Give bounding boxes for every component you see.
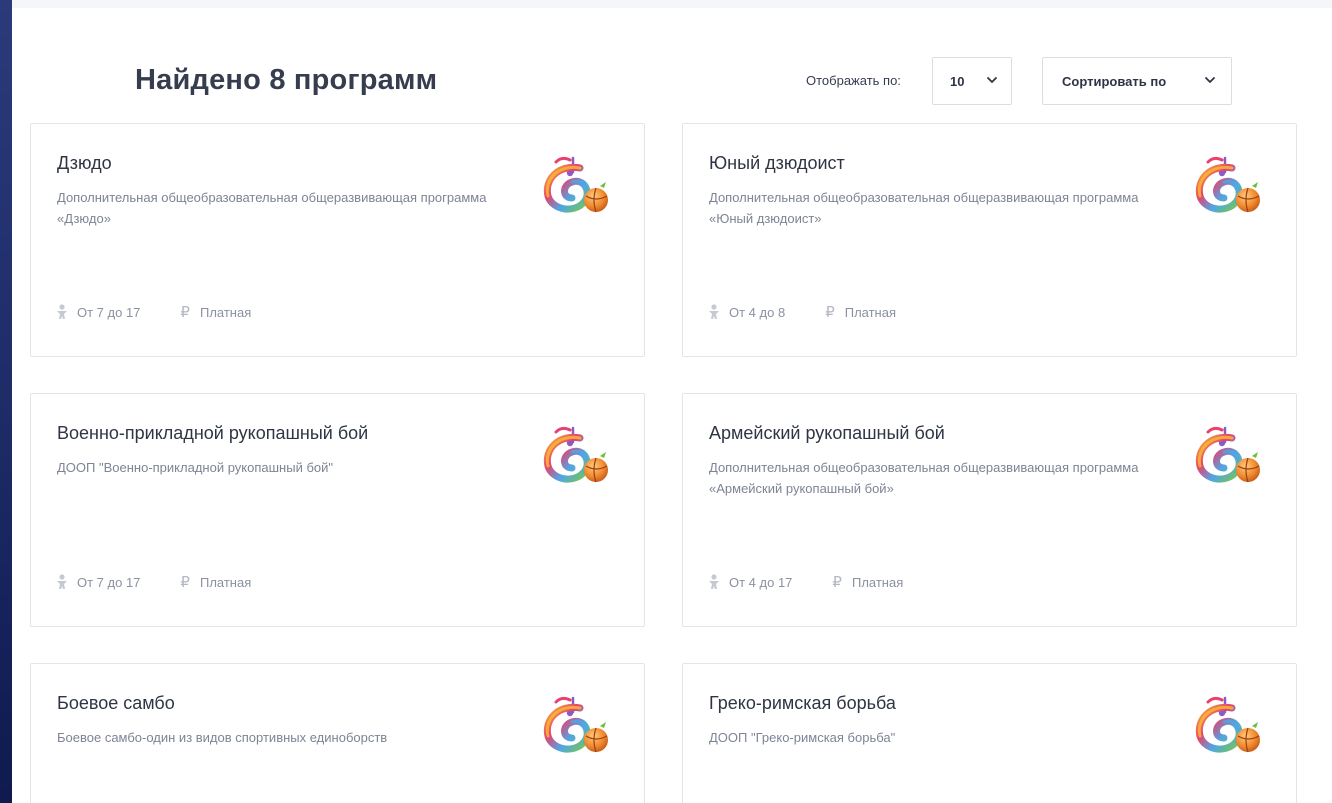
program-title[interactable]: Армейский рукопашный бой [709,423,945,444]
program-title[interactable]: Греко-римская борьба [709,693,896,714]
program-meta: От 4 до 17 ₽ Платная [707,573,903,591]
program-card[interactable]: Юный дзюдоист Дополнительная общеобразов… [682,123,1297,357]
top-band [12,0,1332,8]
sort-select[interactable]: Сортировать по [1042,57,1232,105]
program-price: Платная [844,304,897,320]
program-card[interactable]: Армейский рукопашный бой Дополнительная … [682,393,1297,627]
program-title[interactable]: Военно-прикладной рукопашный бой [57,423,368,444]
program-description: Дополнительная общеобразовательная общер… [709,460,1139,496]
program-card[interactable]: Греко-римская борьба ДООП "Греко-римская… [682,663,1297,803]
program-card[interactable]: Военно-прикладной рукопашный бой ДООП "В… [30,393,645,627]
program-description: ДООП "Военно-прикладной рукопашный бой" [57,460,333,475]
program-meta: От 4 до 8 ₽ Платная [707,303,896,321]
program-price: Платная [851,574,904,590]
sort-label: Сортировать по [1062,73,1167,89]
program-logo-icon [540,152,614,220]
program-description: Боевое самбо-один из видов спортивных ед… [57,730,388,745]
ruble-icon: ₽ [832,573,842,591]
program-price: Платная [199,304,252,320]
chevron-down-icon [987,77,997,83]
program-age: От 7 до 17 [77,574,141,590]
program-meta: От 7 до 17 ₽ Платная [55,303,251,321]
program-age: От 4 до 8 [729,304,786,320]
program-description: Дополнительная общеобразовательная общер… [57,190,487,226]
program-card[interactable]: Боевое самбо Боевое самбо-один из видов … [30,663,645,803]
program-description: ДООП "Греко-римская борьба" [709,730,896,745]
child-icon [57,574,67,589]
program-logo-icon [1192,422,1266,490]
left-sidebar-edge [0,0,12,803]
program-logo-icon [540,422,614,490]
ruble-icon: ₽ [825,303,835,321]
program-title[interactable]: Юный дзюдоист [709,153,845,174]
program-logo-icon [1192,692,1266,760]
program-logo-icon [540,692,614,760]
ruble-icon: ₽ [180,573,190,591]
per-page-value: 10 [950,73,965,89]
per-page-select[interactable]: 10 [932,57,1012,105]
program-title[interactable]: Дзюдо [57,153,112,174]
program-logo-icon [1192,152,1266,220]
program-price: Платная [199,574,252,590]
program-card[interactable]: Дзюдо Дополнительная общеобразовательная… [30,123,645,357]
chevron-down-icon [1205,77,1215,83]
program-description: Дополнительная общеобразовательная общер… [709,190,1139,226]
page-title: Найдено 8 программ [135,64,438,96]
program-title[interactable]: Боевое самбо [57,693,175,714]
child-icon [709,304,719,319]
per-page-label: Отображать по: [806,73,901,88]
program-age: От 4 до 17 [729,574,793,590]
child-icon [57,304,67,319]
child-icon [709,574,719,589]
program-meta: От 7 до 17 ₽ Платная [55,573,251,591]
ruble-icon: ₽ [180,303,190,321]
program-age: От 7 до 17 [77,304,141,320]
